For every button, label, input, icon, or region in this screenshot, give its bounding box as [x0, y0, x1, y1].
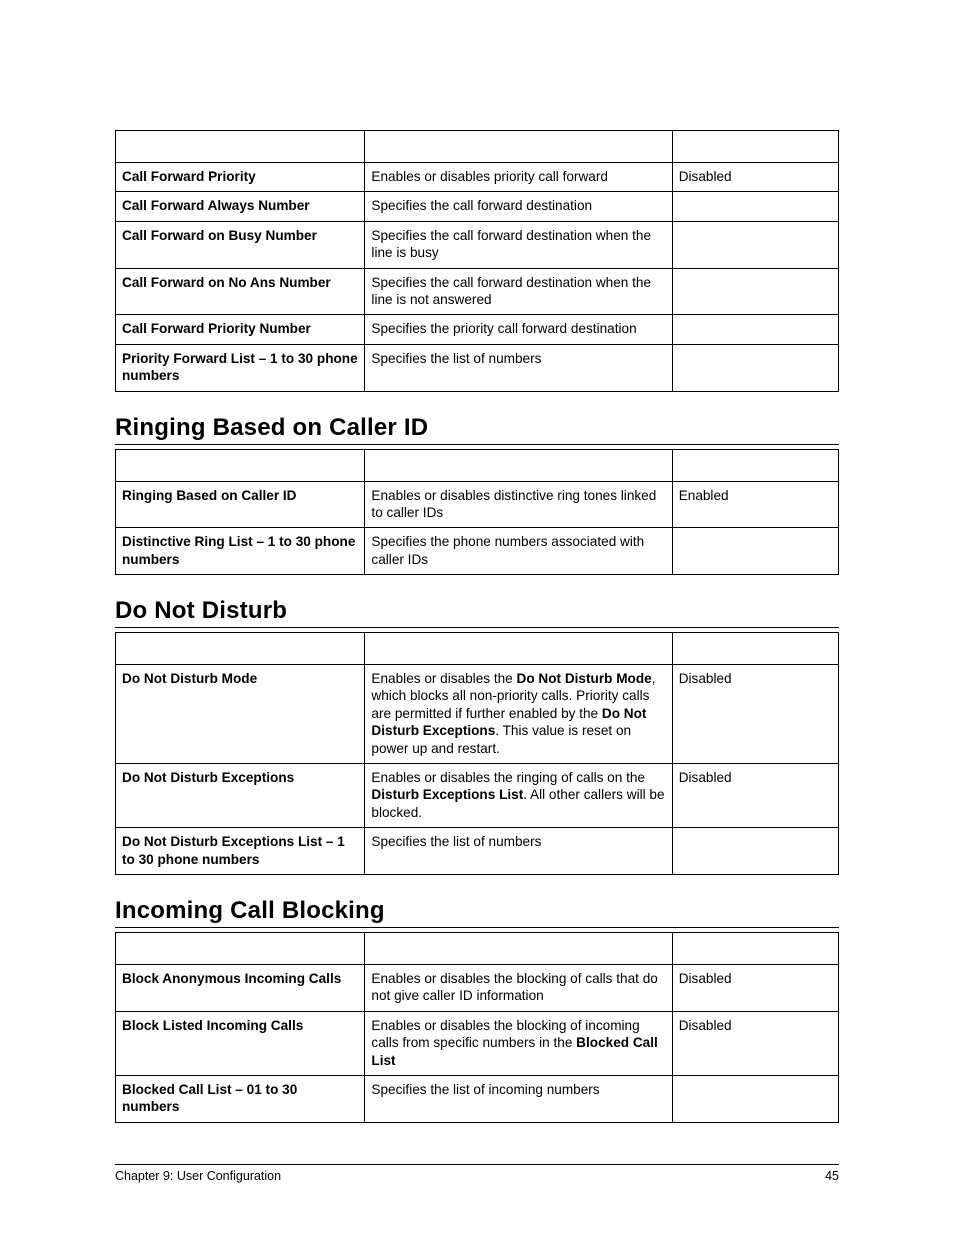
field-name: Call Forward on No Ans Number — [116, 268, 365, 315]
field-default — [672, 1075, 838, 1122]
field-default: Enabled — [672, 481, 838, 528]
text-part: Enables or disables the ringing of calls… — [371, 770, 645, 785]
field-default — [672, 828, 838, 875]
table-row: Call Forward Always Number Specifies the… — [116, 192, 839, 221]
table-row: Block Anonymous Incoming Calls Enables o… — [116, 964, 839, 1011]
text-part: Enables or disables the — [371, 671, 516, 686]
field-default — [672, 192, 838, 221]
field-desc: Specifies the list of numbers — [365, 344, 672, 391]
field-default — [672, 221, 838, 268]
table-row: Ringing Based on Caller ID Enables or di… — [116, 481, 839, 528]
field-default — [672, 268, 838, 315]
dnd-table: Do Not Disturb Mode Enables or disables … — [115, 632, 839, 875]
call-forward-tbody: Call Forward Priority Enables or disable… — [116, 163, 839, 392]
field-name: Call Forward Priority Number — [116, 315, 365, 344]
text-bold: Do Not Disturb Mode — [517, 671, 652, 686]
table-row: Call Forward Priority Enables or disable… — [116, 163, 839, 192]
field-name: Priority Forward List – 1 to 30 phone nu… — [116, 344, 365, 391]
field-default — [672, 344, 838, 391]
table-row: Distinctive Ring List – 1 to 30 phone nu… — [116, 528, 839, 575]
table-row: Block Listed Incoming Calls Enables or d… — [116, 1011, 839, 1075]
field-desc: Enables or disables distinctive ring ton… — [365, 481, 672, 528]
table-row: Priority Forward List – 1 to 30 phone nu… — [116, 344, 839, 391]
field-desc: Enables or disables priority call forwar… — [365, 163, 672, 192]
field-desc: Enables or disables the Do Not Disturb M… — [365, 665, 672, 764]
field-name: Call Forward Always Number — [116, 192, 365, 221]
table-row: Call Forward on No Ans Number Specifies … — [116, 268, 839, 315]
field-desc: Specifies the call forward destination w… — [365, 221, 672, 268]
section-title-ringing: Ringing Based on Caller ID — [115, 414, 839, 445]
field-desc: Specifies the call forward destination w… — [365, 268, 672, 315]
field-desc: Enables or disables the ringing of calls… — [365, 764, 672, 828]
table-row: Do Not Disturb Mode Enables or disables … — [116, 665, 839, 764]
field-default: Disabled — [672, 665, 838, 764]
field-default — [672, 528, 838, 575]
icb-table: Block Anonymous Incoming Calls Enables o… — [115, 932, 839, 1123]
field-desc: Enables or disables the blocking of call… — [365, 964, 672, 1011]
field-name: Do Not Disturb Exceptions — [116, 764, 365, 828]
field-desc: Specifies the phone numbers associated w… — [365, 528, 672, 575]
text-bold: Disturb Exceptions List — [371, 787, 523, 802]
field-desc: Specifies the priority call forward dest… — [365, 315, 672, 344]
field-default: Disabled — [672, 163, 838, 192]
field-name: Do Not Disturb Exceptions List – 1 to 30… — [116, 828, 365, 875]
field-name: Blocked Call List – 01 to 30 numbers — [116, 1075, 365, 1122]
field-default: Disabled — [672, 964, 838, 1011]
ringing-table: Ringing Based on Caller ID Enables or di… — [115, 449, 839, 576]
field-default: Disabled — [672, 764, 838, 828]
table-row: Do Not Disturb Exceptions List – 1 to 30… — [116, 828, 839, 875]
field-default — [672, 315, 838, 344]
table-row: Do Not Disturb Exceptions Enables or dis… — [116, 764, 839, 828]
field-desc: Specifies the call forward destination — [365, 192, 672, 221]
table-row: Blocked Call List – 01 to 30 numbers Spe… — [116, 1075, 839, 1122]
field-name: Do Not Disturb Mode — [116, 665, 365, 764]
field-desc: Enables or disables the blocking of inco… — [365, 1011, 672, 1075]
field-default: Disabled — [672, 1011, 838, 1075]
footer-page-number: 45 — [825, 1169, 839, 1183]
field-name: Call Forward Priority — [116, 163, 365, 192]
table-row: Call Forward Priority Number Specifies t… — [116, 315, 839, 344]
field-name: Block Anonymous Incoming Calls — [116, 964, 365, 1011]
field-name: Block Listed Incoming Calls — [116, 1011, 365, 1075]
section-title-dnd: Do Not Disturb — [115, 597, 839, 628]
page-footer: Chapter 9: User Configuration 45 — [115, 1164, 839, 1183]
field-name: Ringing Based on Caller ID — [116, 481, 365, 528]
table-row: Call Forward on Busy Number Specifies th… — [116, 221, 839, 268]
field-desc: Specifies the list of numbers — [365, 828, 672, 875]
field-name: Distinctive Ring List – 1 to 30 phone nu… — [116, 528, 365, 575]
footer-chapter: Chapter 9: User Configuration — [115, 1169, 281, 1183]
field-name: Call Forward on Busy Number — [116, 221, 365, 268]
call-forward-table: Call Forward Priority Enables or disable… — [115, 130, 839, 392]
field-desc: Specifies the list of incoming numbers — [365, 1075, 672, 1122]
section-title-icb: Incoming Call Blocking — [115, 897, 839, 928]
page: Call Forward Priority Enables or disable… — [0, 0, 954, 1235]
